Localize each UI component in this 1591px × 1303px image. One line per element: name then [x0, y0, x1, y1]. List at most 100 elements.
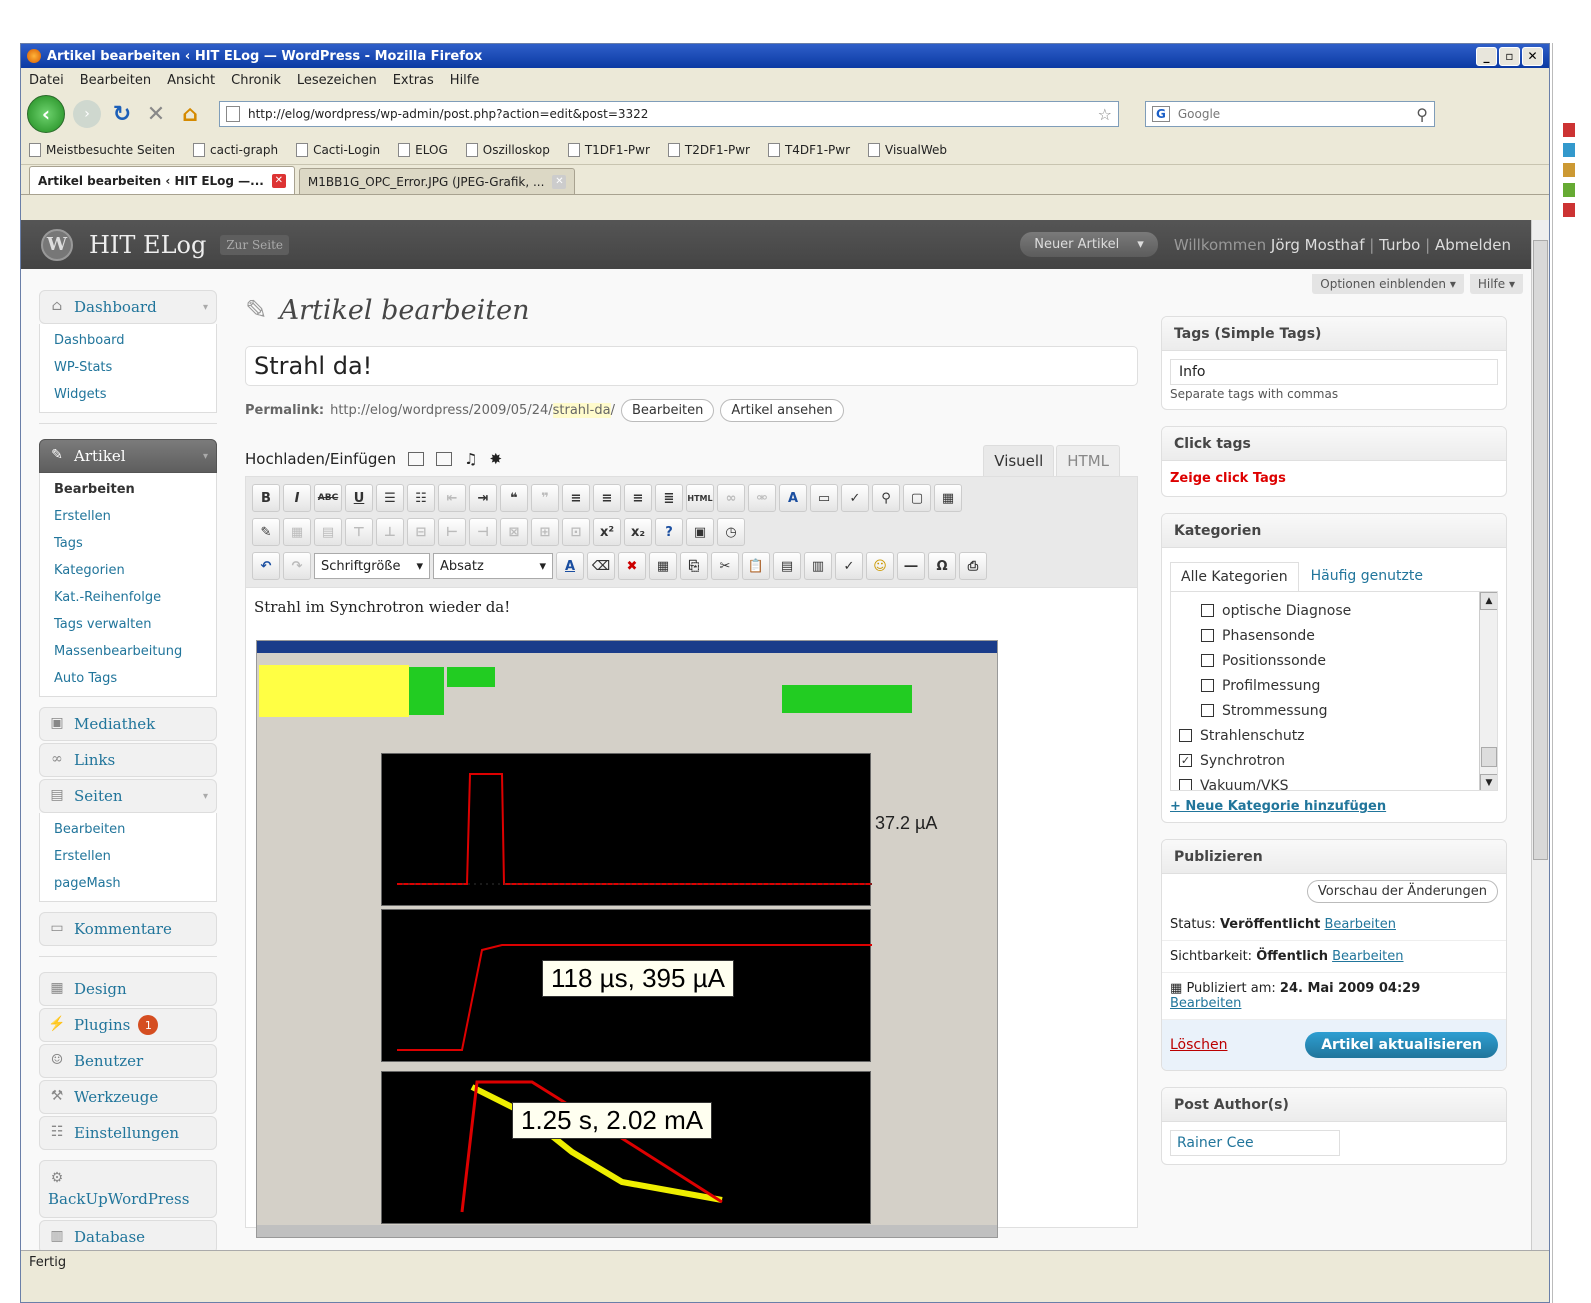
bold-icon[interactable]: B	[252, 484, 280, 512]
menu-plugins[interactable]: ⚡ Plugins 1	[39, 1008, 217, 1042]
menu-design[interactable]: ▦ Design	[39, 972, 217, 1006]
post-title-input[interactable]: Strahl da!	[245, 346, 1138, 386]
page-break-icon[interactable]: ▭	[810, 484, 838, 512]
home-icon[interactable]: ⌂	[177, 102, 203, 127]
menu-mediathek[interactable]: ▣ Mediathek	[39, 707, 217, 741]
delete-col-icon[interactable]: ⊠	[500, 518, 528, 546]
menu-artikel[interactable]: ✎ Artikel ▾	[39, 439, 217, 473]
category-scrollbar[interactable]: ▲ ▼	[1479, 592, 1497, 790]
category-item[interactable]: ✓ Synchrotron	[1171, 748, 1497, 773]
copy-icon[interactable]: ⎘	[680, 552, 708, 580]
bookmark-oszilloskop[interactable]: Oszilloskop	[465, 142, 550, 157]
logout-link[interactable]: Abmelden	[1435, 236, 1511, 254]
bookmark-cacti-login[interactable]: Cacti-Login	[296, 142, 380, 157]
bullet-list-icon[interactable]: ☰	[376, 484, 404, 512]
submenu-pagemash[interactable]: pageMash	[40, 870, 216, 897]
cut-icon[interactable]: ✂	[711, 552, 739, 580]
paste-text-icon[interactable]: ⌫	[587, 552, 615, 580]
bookmark-visualweb[interactable]: VisualWeb	[868, 142, 947, 157]
category-item[interactable]: Strommessung	[1171, 698, 1497, 723]
submenu-wp-stats[interactable]: WP-Stats	[40, 354, 216, 381]
italic-icon[interactable]: I	[283, 484, 311, 512]
checkbox[interactable]	[1201, 679, 1214, 692]
underline-icon[interactable]: U	[345, 484, 373, 512]
cite-icon[interactable]: ❞	[531, 484, 559, 512]
add-media-icon[interactable]: ✸	[490, 450, 503, 468]
minimize-button[interactable]: _	[1476, 46, 1497, 66]
undo-icon[interactable]: ↶	[252, 552, 280, 580]
tab-frequent-categories[interactable]: Häufig genutzte	[1301, 562, 1433, 591]
show-click-tags-link[interactable]: Zeige click Tags	[1170, 469, 1498, 488]
visit-site-link[interactable]: Zur Seite	[220, 234, 290, 255]
paste-special-icon[interactable]: ▥	[804, 552, 832, 580]
add-video-icon[interactable]	[436, 452, 453, 466]
search-box[interactable]: G Google ⚲	[1145, 101, 1435, 127]
submenu-kat-reihenfolge[interactable]: Kat.-Reihenfolge	[40, 584, 216, 611]
date-icon[interactable]: ▣	[686, 518, 714, 546]
add-image-icon[interactable]	[408, 452, 425, 466]
menu-kommentare[interactable]: ▭ Kommentare	[39, 912, 217, 946]
bookmark-t4df1[interactable]: T4DF1-Pwr	[767, 142, 850, 157]
strikethrough-icon[interactable]: ABC	[314, 484, 342, 512]
numbered-list-icon[interactable]: ☷	[407, 484, 435, 512]
merge-cells-icon[interactable]: ⊡	[562, 518, 590, 546]
edit-icon[interactable]: ✎	[252, 518, 280, 546]
bookmark-meistbesucht[interactable]: Meistbesuchte Seiten	[29, 142, 175, 157]
tab-html[interactable]: HTML	[1056, 445, 1120, 476]
url-bar[interactable]: http://elog/wordpress/wp-admin/post.php?…	[219, 101, 1119, 127]
submenu-seiten-bearbeiten[interactable]: Bearbeiten	[40, 816, 216, 843]
text-color-icon[interactable]: A	[556, 552, 584, 580]
forward-button[interactable]: ›	[73, 100, 101, 128]
reload-icon[interactable]: ↻	[109, 102, 135, 127]
checkbox[interactable]: ✓	[1179, 754, 1192, 767]
add-category-link[interactable]: + Neue Kategorie hinzufügen	[1170, 799, 1498, 814]
font-style-icon[interactable]: A	[779, 484, 807, 512]
submenu-tags[interactable]: Tags	[40, 530, 216, 557]
menu-ansicht[interactable]: Ansicht	[167, 73, 215, 88]
superscript-icon[interactable]: x²	[593, 518, 621, 546]
category-item[interactable]: Vakuum/VKS	[1171, 773, 1497, 790]
published-edit-link[interactable]: Bearbeiten	[1170, 996, 1241, 1011]
submenu-bearbeiten[interactable]: Bearbeiten	[40, 476, 216, 503]
menu-einstellungen[interactable]: ☷ Einstellungen	[39, 1116, 217, 1150]
tags-input[interactable]: Info	[1170, 359, 1498, 385]
submenu-dashboard[interactable]: Dashboard	[40, 327, 216, 354]
menu-seiten[interactable]: ▤ Seiten ▾	[39, 779, 217, 813]
paste-word-icon[interactable]: ▦	[649, 552, 677, 580]
submenu-seiten-erstellen[interactable]: Erstellen	[40, 843, 216, 870]
menu-werkzeuge[interactable]: ⚒ Werkzeuge	[39, 1080, 217, 1114]
menu-bearbeiten[interactable]: Bearbeiten	[80, 73, 151, 88]
close-tab-icon[interactable]: ✕	[271, 173, 286, 188]
find-icon[interactable]: ⚲	[872, 484, 900, 512]
blockquote-icon[interactable]: ❝	[500, 484, 528, 512]
checkbox[interactable]	[1201, 704, 1214, 717]
checkbox[interactable]	[1179, 779, 1192, 790]
category-item[interactable]: Phasensonde	[1171, 623, 1497, 648]
category-item[interactable]: optische Diagnose	[1171, 598, 1497, 623]
permalink-slug[interactable]: strahl-da	[552, 402, 611, 418]
new-post-button[interactable]: Neuer Artikel ▾	[1020, 232, 1158, 257]
submenu-tags-verwalten[interactable]: Tags verwalten	[40, 611, 216, 638]
menu-database[interactable]: ▥ Database	[39, 1220, 217, 1254]
outdent-icon[interactable]: ⇤	[438, 484, 466, 512]
page-scrollbar[interactable]	[1531, 220, 1549, 1254]
fullscreen-icon[interactable]: ▢	[903, 484, 931, 512]
tab-all-categories[interactable]: Alle Kategorien	[1170, 562, 1299, 591]
checkbox[interactable]	[1201, 604, 1214, 617]
subscript-icon[interactable]: x₂	[624, 518, 652, 546]
delete-link[interactable]: Löschen	[1170, 1037, 1227, 1053]
table-props-icon[interactable]: ▤	[314, 518, 342, 546]
search-icon[interactable]: ⚲	[1416, 105, 1428, 124]
spellcheck-icon[interactable]: ✓	[841, 484, 869, 512]
google-icon[interactable]: G	[1152, 106, 1170, 122]
view-post-button[interactable]: Artikel ansehen	[720, 398, 844, 422]
emoticon-icon[interactable]: ☺	[866, 552, 894, 580]
align-right-icon[interactable]: ≡	[624, 484, 652, 512]
category-item[interactable]: Positionssonde	[1171, 648, 1497, 673]
help-button[interactable]: Hilfe ▾	[1469, 274, 1523, 294]
tab-visual[interactable]: Visuell	[983, 445, 1055, 476]
font-size-select[interactable]: Schriftgröße ▾	[314, 553, 430, 579]
submenu-massenbearbeitung[interactable]: Massenbearbeitung	[40, 638, 216, 665]
editor-content[interactable]: Strahl im Synchrotron wieder da! 118 µs,…	[245, 588, 1138, 1238]
stop-icon[interactable]: ✕	[143, 102, 169, 127]
